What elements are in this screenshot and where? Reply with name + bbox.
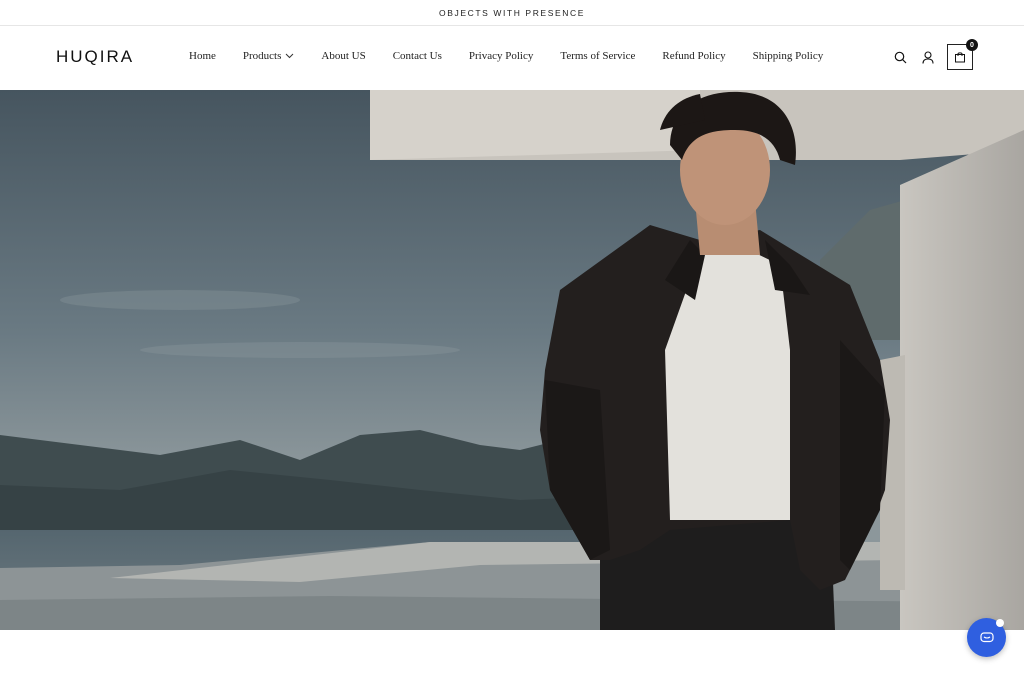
nav-privacy-label: Privacy Policy — [468, 50, 534, 62]
announcement-text: OBJECTS WITH PRESENCE — [438, 7, 585, 18]
nav-home-label: Home — [189, 50, 216, 62]
nav-home[interactable]: Home — [189, 50, 216, 62]
nav-refund-label: Refund Policy — [662, 50, 726, 62]
chat-widget-button[interactable] — [967, 618, 1006, 657]
account-icon[interactable] — [919, 48, 937, 66]
nav-privacy-policy[interactable]: Privacy Policy — [469, 50, 533, 62]
nav-terms-of-service[interactable]: Terms of Service — [560, 50, 635, 62]
header-actions: 0 — [881, 39, 978, 70]
cart-count-badge: 0 — [966, 39, 978, 51]
hero-image — [0, 90, 1024, 630]
chat-icon — [979, 631, 994, 642]
nav-shipping-label: Shipping Policy — [752, 50, 824, 62]
nav-contact-us[interactable]: Contact Us — [393, 50, 442, 62]
announcement-bar: OBJECTS WITH PRESENCE — [0, 0, 1024, 26]
nav-contact-label: Contact Us — [392, 50, 442, 62]
chevron-down-icon — [285, 53, 294, 59]
site-header: HUQIRA Home Products About US Contact Us… — [0, 26, 1024, 90]
hero-banner[interactable] — [0, 90, 1024, 630]
cart-icon — [955, 52, 965, 63]
nav-about-label: About US — [321, 50, 366, 62]
brand-logo[interactable]: HUQIRA — [56, 47, 134, 67]
nav-terms-label: Terms of Service — [560, 50, 636, 62]
nav-about-us[interactable]: About US — [321, 50, 365, 62]
main-nav: Home Products About US Contact Us Privac… — [189, 50, 850, 62]
chat-notification-dot — [996, 619, 1004, 627]
nav-shipping-policy[interactable]: Shipping Policy — [753, 50, 824, 62]
nav-products-label: Products — [242, 50, 282, 62]
nav-refund-policy[interactable]: Refund Policy — [662, 50, 725, 62]
cart-button[interactable]: 0 — [947, 39, 978, 70]
nav-products[interactable]: Products — [243, 50, 295, 62]
search-icon[interactable] — [891, 48, 909, 66]
